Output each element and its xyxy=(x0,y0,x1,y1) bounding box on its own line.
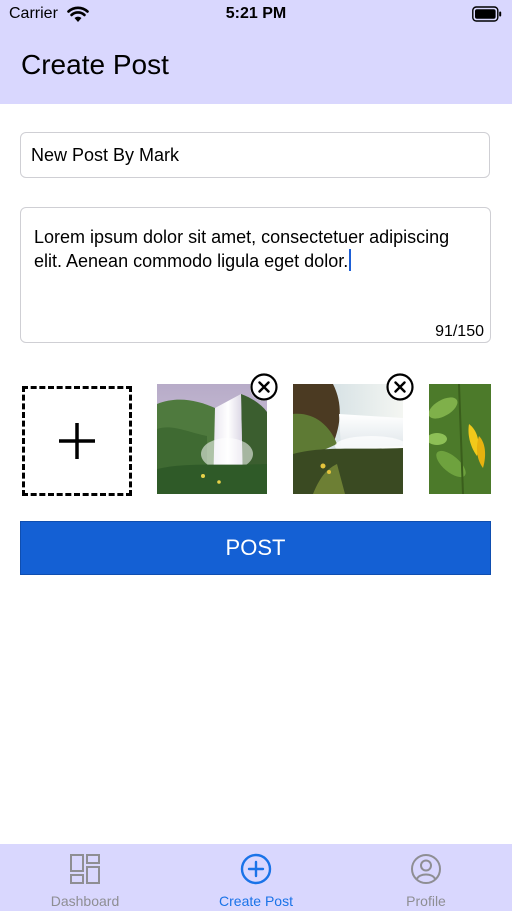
remove-photo-button[interactable] xyxy=(250,373,278,401)
char-counter: 91/150 xyxy=(435,323,484,340)
post-button[interactable]: POST xyxy=(20,521,491,575)
tab-label: Profile xyxy=(406,893,446,909)
plus-icon xyxy=(59,423,95,459)
photo-thumbnail[interactable] xyxy=(429,384,491,494)
plus-circle-icon xyxy=(240,853,272,885)
add-photo-button[interactable] xyxy=(22,386,132,496)
tab-dashboard[interactable]: Dashboard xyxy=(0,844,170,911)
profile-icon xyxy=(411,854,441,884)
post-title-input[interactable] xyxy=(20,132,490,178)
remove-photo-button[interactable] xyxy=(386,373,414,401)
battery-icon xyxy=(472,6,502,22)
tab-profile[interactable]: Profile xyxy=(341,844,511,911)
page-title: Create Post xyxy=(21,49,169,80)
flower-photo xyxy=(429,384,491,494)
close-circle-icon xyxy=(250,373,278,401)
dashboard-icon xyxy=(70,854,100,884)
status-time: 5:21 PM xyxy=(225,5,287,22)
nav-bar: Create Post xyxy=(0,30,512,104)
tab-label: Create Post xyxy=(219,893,293,909)
tab-create-post[interactable]: Create Post xyxy=(171,844,341,911)
post-body-text: Lorem ipsum dolor sit amet, consectetuer… xyxy=(34,225,480,273)
tab-bar: Dashboard Create Post Profile xyxy=(0,844,512,911)
text-caret xyxy=(349,249,352,271)
media-strip[interactable] xyxy=(20,372,491,496)
close-circle-icon xyxy=(386,373,414,401)
post-body-textarea[interactable]: Lorem ipsum dolor sit amet, consectetuer… xyxy=(20,207,491,343)
post-body-value: Lorem ipsum dolor sit amet, consectetuer… xyxy=(34,227,455,271)
status-bar: Carrier 5:21 PM xyxy=(0,0,512,30)
tab-label: Dashboard xyxy=(50,893,120,909)
